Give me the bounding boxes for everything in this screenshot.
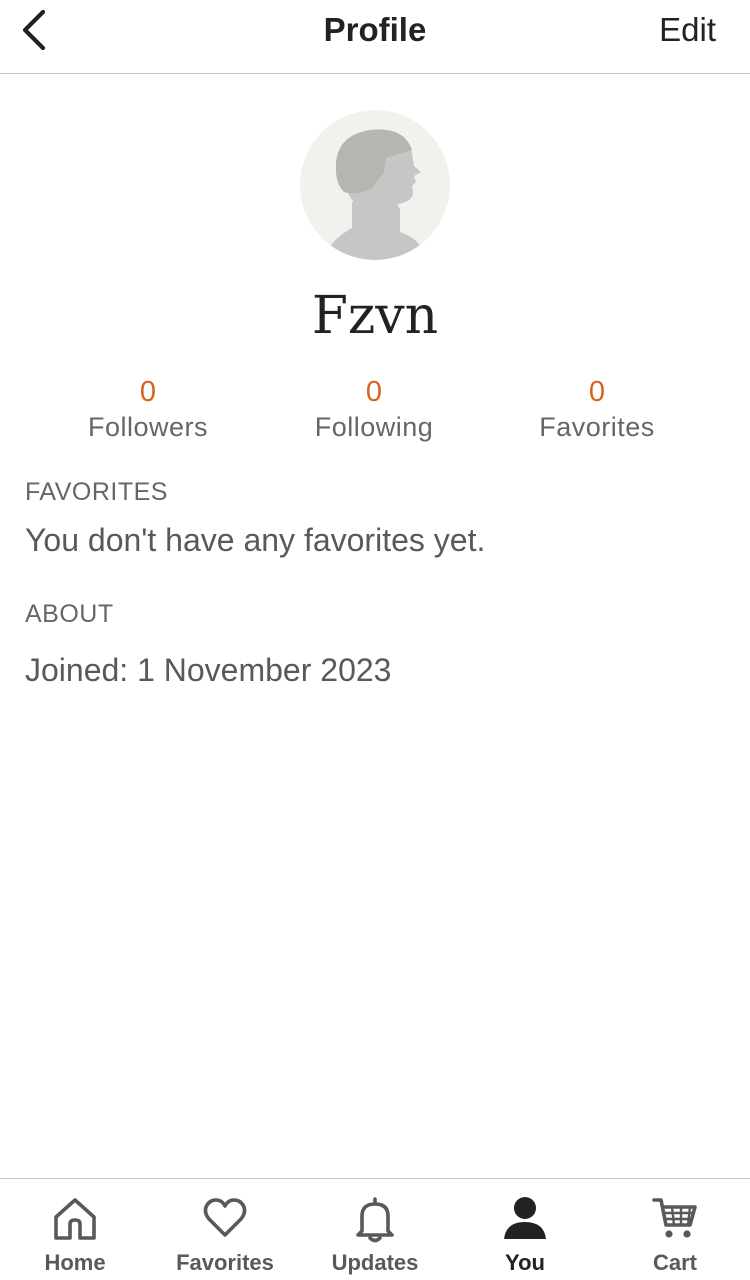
top-app-bar: Profile Edit [0,0,750,74]
nav-item-home[interactable]: Home [0,1179,150,1280]
following-label: Following [314,412,434,442]
page-title: Profile [323,11,427,48]
default-avatar-icon [322,129,428,260]
nav-label-home: Home [44,1250,106,1275]
followers-stat[interactable]: 0 Followers [48,374,248,444]
following-count: 0 [365,376,383,408]
followers-label: Followers [87,412,209,442]
nav-label-cart: Cart [652,1250,697,1275]
nav-item-favorites[interactable]: Favorites [150,1179,300,1280]
profile-screen: Profile Edit Fzvn 0 Followers 0 Followin… [0,0,750,1280]
nav-item-cart[interactable]: Cart [600,1179,750,1280]
nav-item-updates[interactable]: Updates [300,1179,450,1280]
favorites-stat[interactable]: 0 Favorites [497,374,697,444]
nav-label-updates: Updates [331,1250,419,1275]
nav-item-you[interactable]: You [450,1179,600,1280]
favorites-empty-text: You don't have any favorites yet. [25,522,486,558]
joined-date-text: Joined: 1 November 2023 [25,652,392,688]
about-heading: ABOUT [25,600,114,628]
favorites-heading: FAVORITES [25,478,168,506]
heart-icon [203,1198,247,1237]
following-stat[interactable]: 0 Following [274,374,474,444]
followers-count: 0 [139,376,157,408]
bottom-navigation-bar: Home Favorites Updates You Cart [0,1178,750,1280]
edit-button[interactable]: Edit [659,10,716,50]
nav-label-favorites: Favorites [176,1250,274,1275]
nav-label-you: You [505,1250,545,1275]
person-icon [504,1197,546,1239]
bell-icon [356,1197,394,1243]
cart-icon [652,1198,697,1238]
favorites-label: Favorites [539,412,655,442]
username: Fzvn [311,286,439,346]
home-icon [54,1198,96,1240]
avatar[interactable] [300,110,450,260]
favorites-count: 0 [588,376,606,408]
